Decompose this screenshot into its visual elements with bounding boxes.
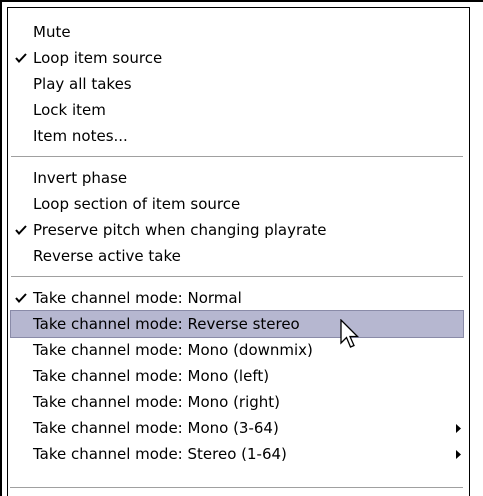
menu-item-preserve-pitch[interactable]: Preserve pitch when changing playrate <box>8 217 469 243</box>
window-edge-left <box>0 0 2 496</box>
menu-item-channel-mode-mono-downmix[interactable]: Take channel mode: Mono (downmix) <box>8 337 469 363</box>
menu-item-label: Take channel mode: Mono (right) <box>33 393 281 411</box>
menu-item-label: Take channel mode: Mono (downmix) <box>33 341 313 359</box>
submenu-arrow-icon <box>456 415 461 441</box>
context-menu: Mute Loop item source Play all takes Loc… <box>7 7 470 496</box>
checkmark-icon <box>13 45 29 71</box>
menu-separator <box>10 487 463 488</box>
menu-item-label: Loop section of item source <box>33 195 241 213</box>
menu-item-channel-mode-mono-3-64[interactable]: Take channel mode: Mono (3-64) <box>8 415 469 441</box>
menu-item-label: Take channel mode: Reverse stereo <box>33 315 300 333</box>
window-edge-top <box>0 0 483 2</box>
menu-item-channel-mode-mono-left[interactable]: Take channel mode: Mono (left) <box>8 363 469 389</box>
menu-item-play-all-takes[interactable]: Play all takes <box>8 71 469 97</box>
menu-item-reverse-active-take[interactable]: Reverse active take <box>8 243 469 269</box>
context-menu-items: Mute Loop item source Play all takes Loc… <box>8 19 469 467</box>
menu-separator <box>8 149 469 165</box>
menu-item-lock-item[interactable]: Lock item <box>8 97 469 123</box>
menu-item-channel-mode-reverse-stereo[interactable]: Take channel mode: Reverse stereo <box>10 310 464 338</box>
menu-item-label: Invert phase <box>33 169 128 187</box>
menu-item-channel-mode-mono-right[interactable]: Take channel mode: Mono (right) <box>8 389 469 415</box>
checkmark-icon <box>13 217 29 243</box>
menu-item-label: Reverse active take <box>33 247 181 265</box>
menu-item-label: Mute <box>33 23 71 41</box>
menu-item-loop-section[interactable]: Loop section of item source <box>8 191 469 217</box>
menu-item-item-notes[interactable]: Item notes... <box>8 123 469 149</box>
menu-item-loop-item-source[interactable]: Loop item source <box>8 45 469 71</box>
menu-item-label: Loop item source <box>33 49 163 67</box>
menu-item-mute[interactable]: Mute <box>8 19 469 45</box>
menu-item-label: Take channel mode: Normal <box>33 289 242 307</box>
menu-item-label: Play all takes <box>33 75 132 93</box>
menu-item-label: Take channel mode: Mono (left) <box>33 367 270 385</box>
menu-item-channel-mode-normal[interactable]: Take channel mode: Normal <box>8 285 469 311</box>
menu-separator <box>8 269 469 285</box>
menu-item-label: Item notes... <box>33 127 128 145</box>
menu-item-label: Take channel mode: Mono (3-64) <box>33 419 279 437</box>
menu-item-label: Preserve pitch when changing playrate <box>33 221 327 239</box>
menu-item-label: Take channel mode: Stereo (1-64) <box>33 445 287 463</box>
menu-item-label: Lock item <box>33 101 106 119</box>
submenu-arrow-icon <box>456 441 461 467</box>
checkmark-icon <box>13 285 29 311</box>
mouse-pointer-icon <box>340 318 362 351</box>
menu-item-invert-phase[interactable]: Invert phase <box>8 165 469 191</box>
menu-item-channel-mode-stereo-1-64[interactable]: Take channel mode: Stereo (1-64) <box>8 441 469 467</box>
